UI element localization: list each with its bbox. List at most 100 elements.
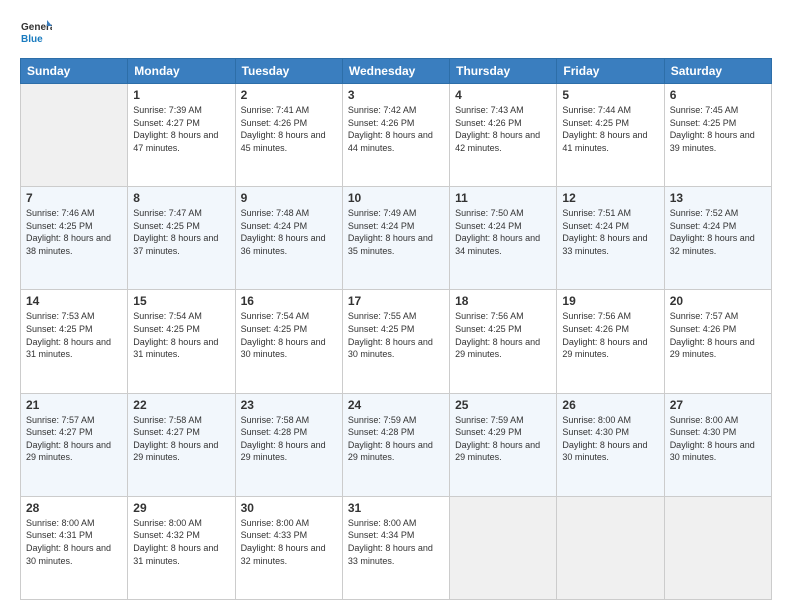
calendar-week-4: 21 Sunrise: 7:57 AMSunset: 4:27 PMDayligh…: [21, 393, 772, 496]
day-number: 12: [562, 191, 658, 205]
calendar-week-5: 28 Sunrise: 8:00 AMSunset: 4:31 PMDayligh…: [21, 496, 772, 599]
day-info: Sunrise: 7:59 AMSunset: 4:28 PMDaylight:…: [348, 414, 444, 464]
day-number: 8: [133, 191, 229, 205]
day-number: 11: [455, 191, 551, 205]
day-number: 29: [133, 501, 229, 515]
day-number: 25: [455, 398, 551, 412]
calendar-cell: 3 Sunrise: 7:42 AMSunset: 4:26 PMDaylight…: [342, 84, 449, 187]
day-number: 17: [348, 294, 444, 308]
day-info: Sunrise: 8:00 AMSunset: 4:30 PMDaylight:…: [562, 414, 658, 464]
calendar-cell: 21 Sunrise: 7:57 AMSunset: 4:27 PMDayligh…: [21, 393, 128, 496]
calendar-cell: 7Sunrise: 7:46 AMSunset: 4:25 PMDaylight…: [21, 187, 128, 290]
day-info: Sunrise: 7:42 AMSunset: 4:26 PMDaylight:…: [348, 104, 444, 154]
header: General Blue: [20, 16, 772, 48]
calendar-cell: 14 Sunrise: 7:53 AMSunset: 4:25 PMDayligh…: [21, 290, 128, 393]
day-info: Sunrise: 7:56 AMSunset: 4:25 PMDaylight:…: [455, 310, 551, 360]
day-number: 19: [562, 294, 658, 308]
weekday-header-wednesday: Wednesday: [342, 59, 449, 84]
weekday-header-friday: Friday: [557, 59, 664, 84]
logo: General Blue: [20, 16, 52, 48]
calendar-cell: 24Sunrise: 7:59 AMSunset: 4:28 PMDayligh…: [342, 393, 449, 496]
day-number: 27: [670, 398, 766, 412]
calendar-cell: [21, 84, 128, 187]
calendar-cell: 30 Sunrise: 8:00 AMSunset: 4:33 PMDayligh…: [235, 496, 342, 599]
logo: General Blue: [20, 16, 52, 48]
day-info: Sunrise: 8:00 AMSunset: 4:30 PMDaylight:…: [670, 414, 766, 464]
calendar-cell: 25 Sunrise: 7:59 AMSunset: 4:29 PMDayligh…: [450, 393, 557, 496]
day-info: Sunrise: 7:47 AMSunset: 4:25 PMDaylight:…: [133, 207, 229, 257]
day-info: Sunrise: 8:00 AMSunset: 4:34 PMDaylight:…: [348, 517, 444, 567]
day-info: Sunrise: 7:52 AMSunset: 4:24 PMDaylight:…: [670, 207, 766, 257]
day-number: 20: [670, 294, 766, 308]
day-number: 30: [241, 501, 337, 515]
calendar-cell: [450, 496, 557, 599]
day-info: Sunrise: 7:45 AMSunset: 4:25 PMDaylight:…: [670, 104, 766, 154]
day-number: 28: [26, 501, 122, 515]
day-info: Sunrise: 7:54 AMSunset: 4:25 PMDaylight:…: [241, 310, 337, 360]
calendar-cell: 8 Sunrise: 7:47 AMSunset: 4:25 PMDaylight…: [128, 187, 235, 290]
day-info: Sunrise: 7:54 AMSunset: 4:25 PMDaylight:…: [133, 310, 229, 360]
calendar-cell: 19 Sunrise: 7:56 AMSunset: 4:26 PMDayligh…: [557, 290, 664, 393]
calendar-cell: 2 Sunrise: 7:41 AMSunset: 4:26 PMDaylight…: [235, 84, 342, 187]
calendar-cell: 16Sunrise: 7:54 AMSunset: 4:25 PMDayligh…: [235, 290, 342, 393]
calendar-cell: 11 Sunrise: 7:50 AMSunset: 4:24 PMDayligh…: [450, 187, 557, 290]
day-info: Sunrise: 7:58 AMSunset: 4:28 PMDaylight:…: [241, 414, 337, 464]
day-number: 2: [241, 88, 337, 102]
weekday-header-thursday: Thursday: [450, 59, 557, 84]
day-info: Sunrise: 7:58 AMSunset: 4:27 PMDaylight:…: [133, 414, 229, 464]
logo-svg: General Blue: [20, 16, 52, 48]
day-info: Sunrise: 7:55 AMSunset: 4:25 PMDaylight:…: [348, 310, 444, 360]
calendar-week-2: 7Sunrise: 7:46 AMSunset: 4:25 PMDaylight…: [21, 187, 772, 290]
calendar-cell: 5 Sunrise: 7:44 AMSunset: 4:25 PMDaylight…: [557, 84, 664, 187]
calendar-cell: 13Sunrise: 7:52 AMSunset: 4:24 PMDayligh…: [664, 187, 771, 290]
day-number: 22: [133, 398, 229, 412]
day-number: 18: [455, 294, 551, 308]
day-info: Sunrise: 8:00 AMSunset: 4:32 PMDaylight:…: [133, 517, 229, 567]
calendar-week-3: 14 Sunrise: 7:53 AMSunset: 4:25 PMDayligh…: [21, 290, 772, 393]
weekday-header-sunday: Sunday: [21, 59, 128, 84]
day-info: Sunrise: 7:49 AMSunset: 4:24 PMDaylight:…: [348, 207, 444, 257]
day-number: 6: [670, 88, 766, 102]
calendar-cell: 23 Sunrise: 7:58 AMSunset: 4:28 PMDayligh…: [235, 393, 342, 496]
day-number: 5: [562, 88, 658, 102]
day-info: Sunrise: 7:56 AMSunset: 4:26 PMDaylight:…: [562, 310, 658, 360]
day-number: 3: [348, 88, 444, 102]
day-info: Sunrise: 7:53 AMSunset: 4:25 PMDaylight:…: [26, 310, 122, 360]
day-info: Sunrise: 7:46 AMSunset: 4:25 PMDaylight:…: [26, 207, 122, 257]
day-number: 21: [26, 398, 122, 412]
calendar-cell: 31 Sunrise: 8:00 AMSunset: 4:34 PMDayligh…: [342, 496, 449, 599]
day-info: Sunrise: 8:00 AMSunset: 4:33 PMDaylight:…: [241, 517, 337, 567]
calendar-cell: 26Sunrise: 8:00 AMSunset: 4:30 PMDayligh…: [557, 393, 664, 496]
day-number: 10: [348, 191, 444, 205]
calendar-cell: [664, 496, 771, 599]
day-number: 14: [26, 294, 122, 308]
day-number: 9: [241, 191, 337, 205]
calendar-cell: 18 Sunrise: 7:56 AMSunset: 4:25 PMDayligh…: [450, 290, 557, 393]
day-info: Sunrise: 7:57 AMSunset: 4:27 PMDaylight:…: [26, 414, 122, 464]
calendar-cell: 22 Sunrise: 7:58 AMSunset: 4:27 PMDayligh…: [128, 393, 235, 496]
day-info: Sunrise: 7:59 AMSunset: 4:29 PMDaylight:…: [455, 414, 551, 464]
day-info: Sunrise: 7:41 AMSunset: 4:26 PMDaylight:…: [241, 104, 337, 154]
weekday-header-row: SundayMondayTuesdayWednesdayThursdayFrid…: [21, 59, 772, 84]
day-number: 31: [348, 501, 444, 515]
weekday-header-tuesday: Tuesday: [235, 59, 342, 84]
calendar-cell: 27 Sunrise: 8:00 AMSunset: 4:30 PMDayligh…: [664, 393, 771, 496]
day-number: 23: [241, 398, 337, 412]
weekday-header-saturday: Saturday: [664, 59, 771, 84]
day-info: Sunrise: 7:50 AMSunset: 4:24 PMDaylight:…: [455, 207, 551, 257]
day-info: Sunrise: 7:43 AMSunset: 4:26 PMDaylight:…: [455, 104, 551, 154]
calendar-table: SundayMondayTuesdayWednesdayThursdayFrid…: [20, 58, 772, 600]
calendar-cell: 6 Sunrise: 7:45 AMSunset: 4:25 PMDaylight…: [664, 84, 771, 187]
day-info: Sunrise: 7:51 AMSunset: 4:24 PMDaylight:…: [562, 207, 658, 257]
calendar-cell: 9 Sunrise: 7:48 AMSunset: 4:24 PMDaylight…: [235, 187, 342, 290]
svg-text:Blue: Blue: [21, 34, 43, 45]
day-info: Sunrise: 8:00 AMSunset: 4:31 PMDaylight:…: [26, 517, 122, 567]
day-number: 1: [133, 88, 229, 102]
day-info: Sunrise: 7:44 AMSunset: 4:25 PMDaylight:…: [562, 104, 658, 154]
day-number: 15: [133, 294, 229, 308]
day-info: Sunrise: 7:48 AMSunset: 4:24 PMDaylight:…: [241, 207, 337, 257]
calendar-cell: 4Sunrise: 7:43 AMSunset: 4:26 PMDaylight…: [450, 84, 557, 187]
day-info: Sunrise: 7:39 AMSunset: 4:27 PMDaylight:…: [133, 104, 229, 154]
calendar-cell: 20 Sunrise: 7:57 AMSunset: 4:26 PMDayligh…: [664, 290, 771, 393]
day-info: Sunrise: 7:57 AMSunset: 4:26 PMDaylight:…: [670, 310, 766, 360]
